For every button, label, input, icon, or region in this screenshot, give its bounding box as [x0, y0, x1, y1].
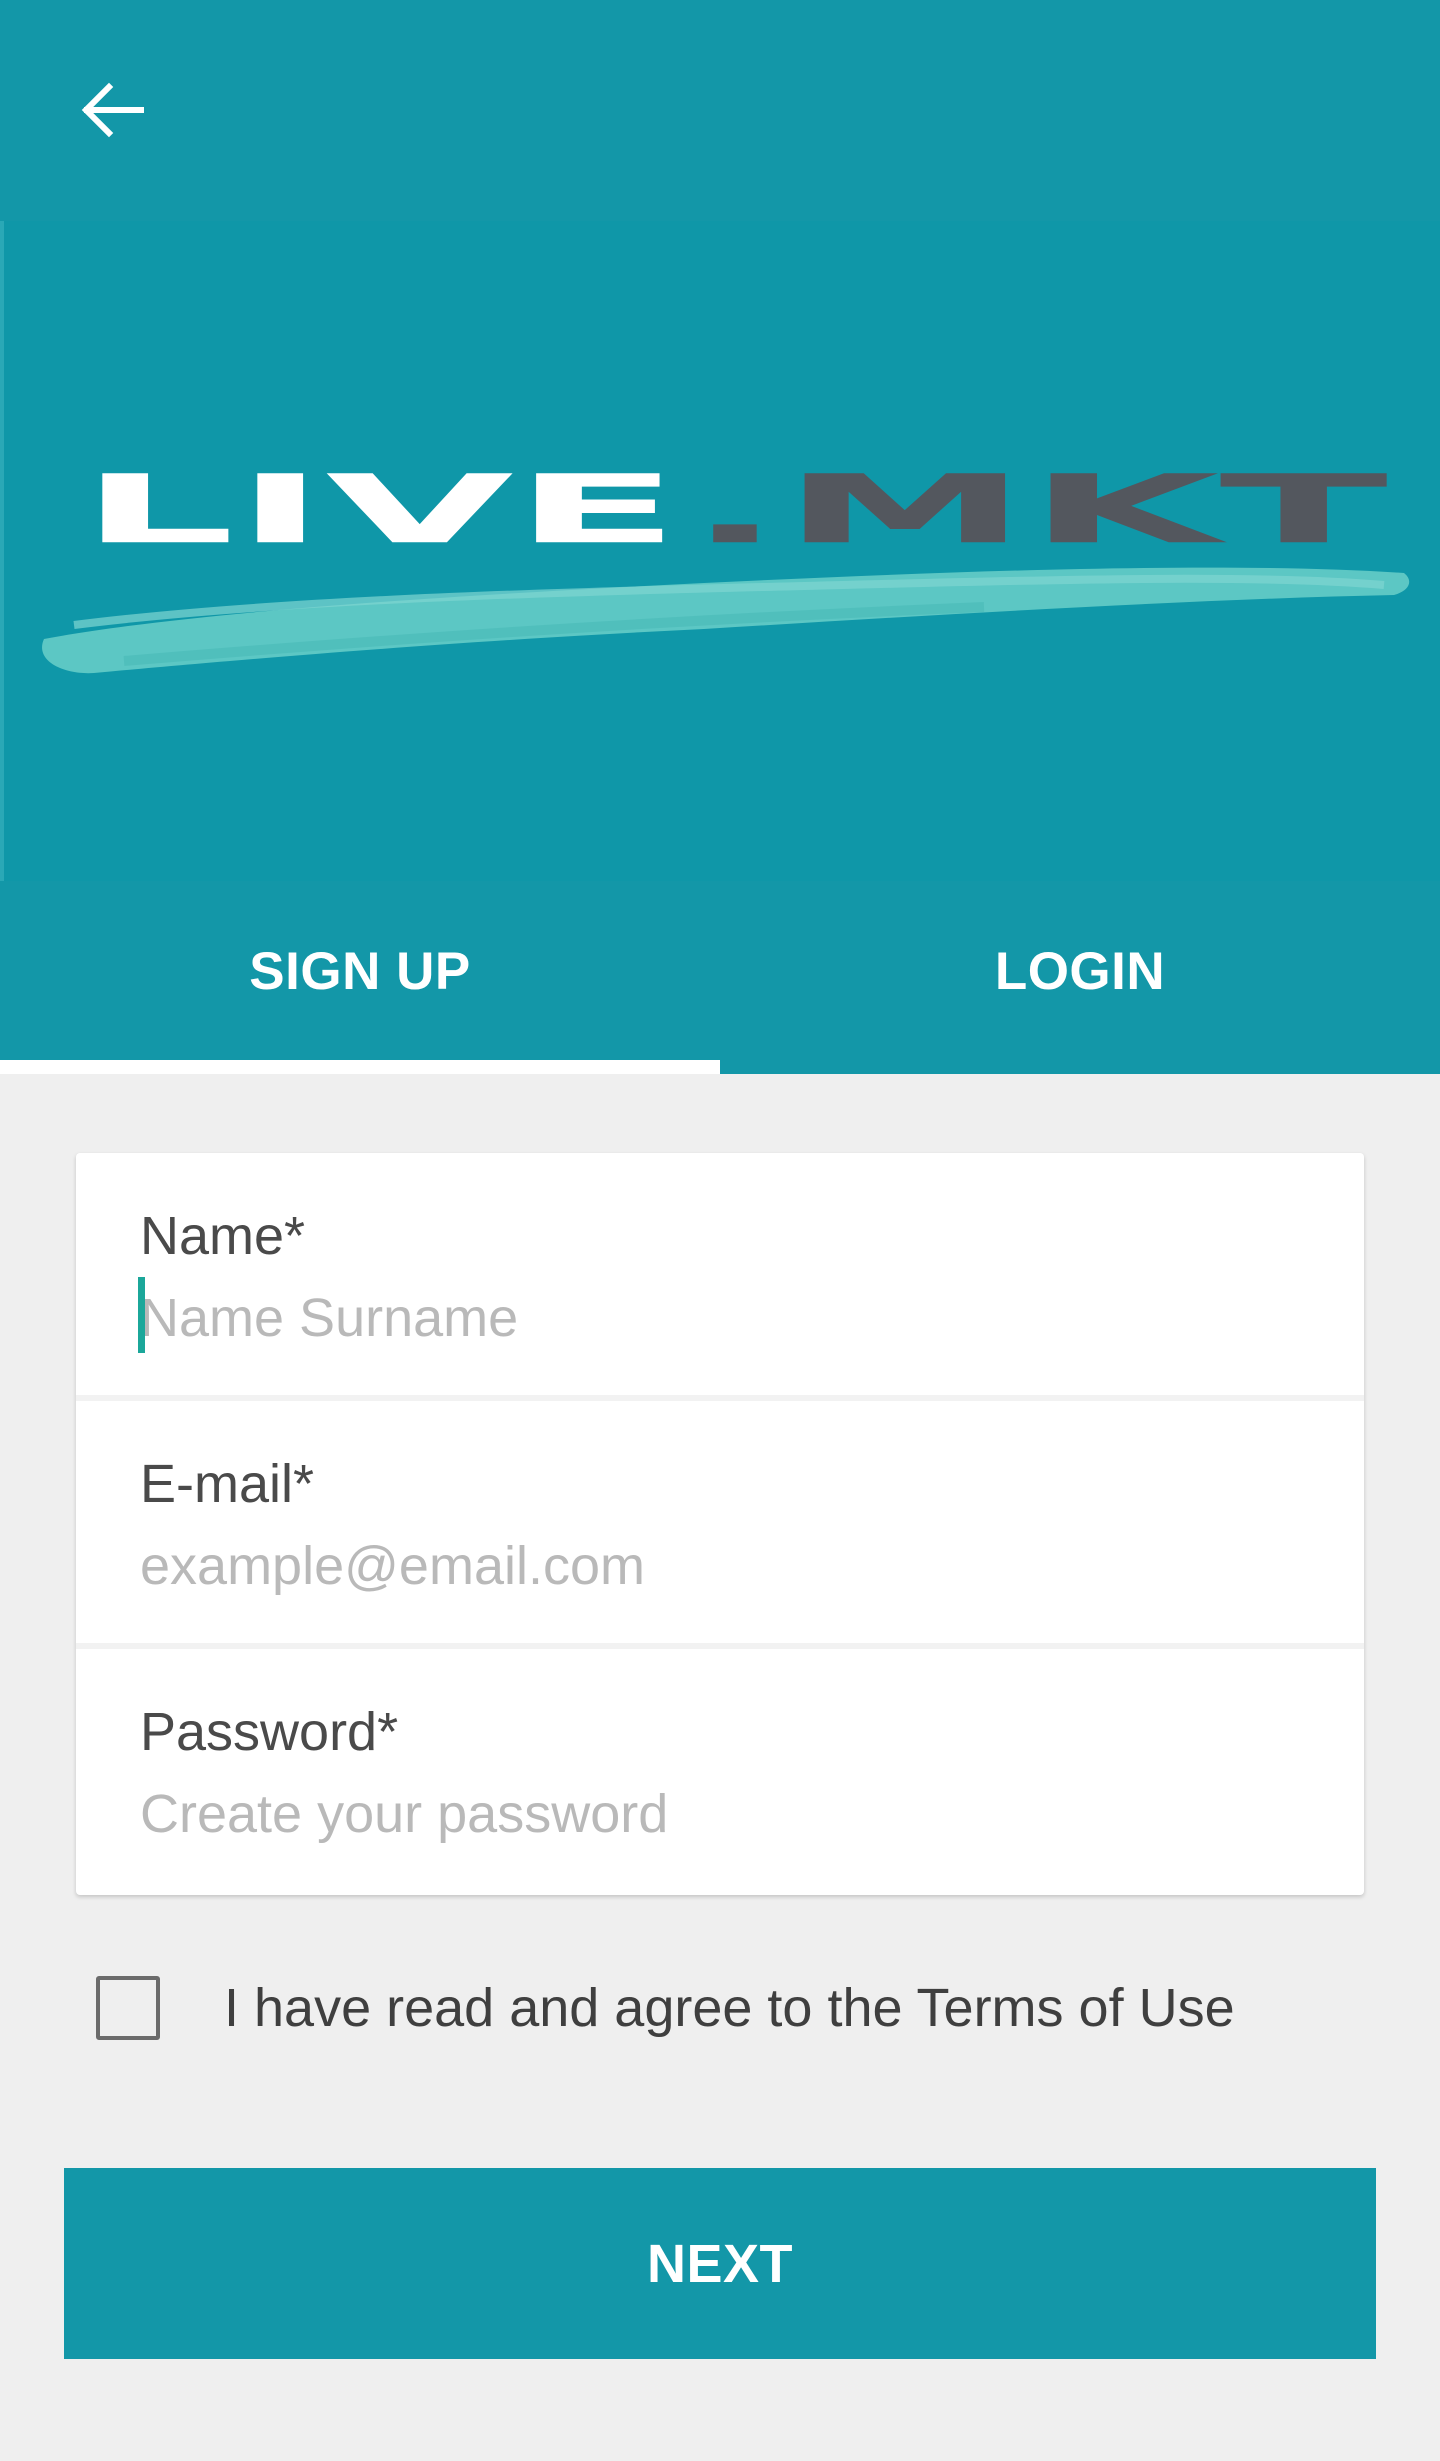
email-input[interactable]: [140, 1527, 1290, 1605]
live-mkt-logo: LIVE .MKT: [42, 454, 1410, 674]
terms-row: I have read and agree to the Terms of Us…: [96, 1976, 1235, 2040]
logo-text-mkt: .MKT: [688, 454, 1388, 564]
email-label: E-mail*: [140, 1454, 315, 1514]
auth-tabs: SIGN UP LOGIN: [0, 881, 1440, 1074]
tab-sign-up[interactable]: SIGN UP: [0, 881, 720, 1074]
password-label: Password*: [140, 1702, 399, 1762]
logo-banner: LIVE .MKT: [0, 221, 1440, 881]
tab-selected-indicator: [0, 1060, 720, 1074]
top-app-bar: [0, 0, 1440, 221]
signup-form-card: Name* E-mail* Password*: [76, 1153, 1364, 1895]
name-label: Name*: [140, 1206, 306, 1266]
terms-checkbox[interactable]: [96, 1976, 160, 2040]
email-field-group: E-mail*: [76, 1401, 1364, 1649]
tab-sign-up-label: SIGN UP: [249, 942, 471, 1001]
logo-text-live: LIVE: [80, 454, 680, 564]
next-button[interactable]: NEXT: [64, 2168, 1376, 2359]
signup-screen: LIVE .MKT SIGN UP LOGIN Name* E-mail* Pa…: [0, 0, 1440, 2461]
name-field-group: Name*: [76, 1153, 1364, 1401]
tab-login-label: LOGIN: [994, 942, 1166, 1001]
arrow-left-icon: [77, 75, 147, 150]
tab-login[interactable]: LOGIN: [720, 881, 1440, 1074]
name-input[interactable]: [140, 1279, 1290, 1357]
terms-label[interactable]: I have read and agree to the Terms of Us…: [224, 1977, 1235, 2039]
password-field-group: Password*: [76, 1649, 1364, 1897]
text-cursor: [138, 1277, 145, 1353]
back-button[interactable]: [62, 62, 162, 162]
next-button-label: NEXT: [646, 2233, 794, 2294]
password-input[interactable]: [140, 1775, 1290, 1853]
